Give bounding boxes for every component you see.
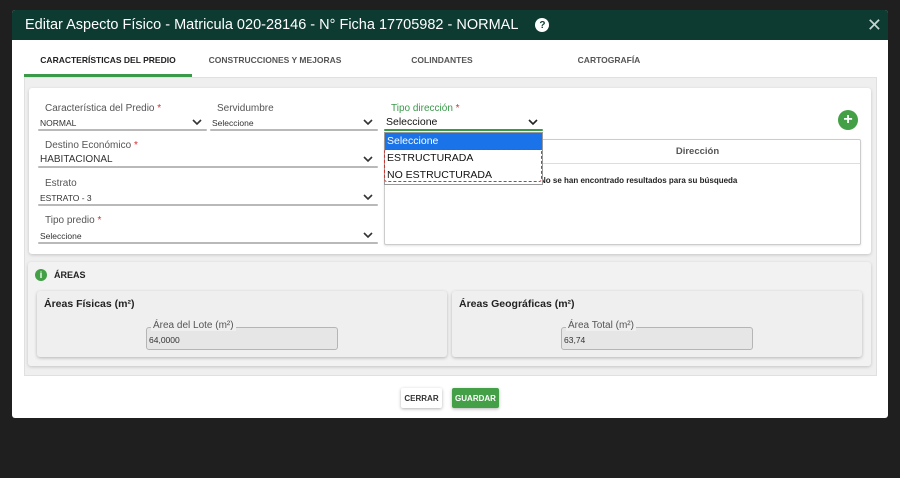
tab-construcciones[interactable]: CONSTRUCCIONES Y MEJORAS (192, 47, 358, 77)
modal-header: Editar Aspecto Físico - Matricula 020-28… (12, 10, 888, 40)
tab-bar: CARACTERÍSTICAS DEL PREDIO CONSTRUCCIONE… (24, 47, 877, 77)
destino-economico-select[interactable]: Destino Económico * HABITACIONAL (38, 140, 378, 168)
areas-card: i ÁREAS Áreas Físicas (m²) Área del Lote… (28, 262, 871, 366)
tipo-predio-select[interactable]: Tipo predio * Seleccione (38, 215, 378, 244)
tipo-predio-label: Tipo predio (45, 215, 95, 226)
servidumbre-select[interactable]: Servidumbre Seleccione (210, 103, 378, 131)
close-icon[interactable]: ✕ (867, 16, 882, 34)
empty-results-message: No se han encontrado resultados para su … (540, 176, 738, 185)
dropdown-option-no-estructurada[interactable]: NO ESTRUCTURADA (385, 167, 542, 184)
areas-title: ÁREAS (54, 270, 86, 280)
tab-caracteristicas[interactable]: CARACTERÍSTICAS DEL PREDIO (24, 47, 192, 77)
destino-label: Destino Económico (45, 140, 132, 151)
areas-fisicas-title: Áreas Físicas (m²) (44, 298, 135, 310)
help-icon[interactable]: ? (535, 18, 550, 32)
caracteristica-value: NORMAL (40, 118, 77, 128)
area-total-field: Área Total (m²) 63,74 (561, 320, 753, 350)
tab-colindantes[interactable]: COLINDANTES (358, 47, 526, 77)
dropdown-option-estructurada[interactable]: ESTRUCTURADA (385, 150, 542, 167)
guardar-button[interactable]: GUARDAR (452, 388, 499, 408)
area-lote-field: Área del Lote (m²) 64,0000 (146, 320, 338, 350)
chevron-down-icon (363, 119, 373, 126)
areas-geograficas-card: Áreas Geográficas (m²) Área Total (m²) 6… (452, 291, 862, 357)
areas-geograficas-title: Áreas Geográficas (m²) (459, 298, 575, 310)
tipo-direccion-dropdown: Seleccione ESTRUCTURADA NO ESTRUCTURADA (384, 132, 543, 185)
servidumbre-value: Seleccione (212, 118, 254, 128)
chevron-down-icon (192, 119, 202, 126)
areas-fisicas-card: Áreas Físicas (m²) Área del Lote (m²) 64… (37, 291, 447, 357)
destino-value: HABITACIONAL (40, 154, 113, 165)
tipo-direccion-select[interactable]: Tipo dirección * Seleccione (384, 103, 543, 131)
area-total-label: Área Total (m²) (566, 320, 636, 331)
caracteristica-select[interactable]: Característica del Predio * NORMAL (38, 103, 207, 131)
caracteristica-label: Característica del Predio (45, 103, 155, 114)
dropdown-option-seleccione[interactable]: Seleccione (385, 133, 542, 150)
tipo-direccion-value: Seleccione (386, 116, 438, 128)
estrato-value: ESTRATO - 3 (40, 193, 92, 203)
modal-title: Editar Aspecto Físico - Matricula 020-28… (25, 17, 519, 33)
chevron-down-icon (528, 119, 538, 126)
chevron-down-icon (363, 156, 373, 163)
chevron-down-icon (363, 194, 373, 201)
tipo-direccion-label: Tipo dirección (391, 103, 453, 114)
tipo-predio-value: Seleccione (40, 231, 82, 241)
add-direccion-button[interactable]: + (838, 110, 858, 130)
area-total-value: 63,74 (564, 335, 586, 345)
tab-cartografia[interactable]: CARTOGRAFÍA (526, 47, 692, 77)
estrato-select[interactable]: Estrato ESTRATO - 3 (38, 178, 378, 206)
area-lote-value: 64,0000 (149, 335, 180, 345)
cerrar-button[interactable]: CERRAR (401, 388, 442, 408)
chevron-down-icon (363, 232, 373, 239)
estrato-label: Estrato (43, 178, 79, 189)
area-lote-label: Área del Lote (m²) (151, 320, 236, 331)
info-icon: i (35, 269, 47, 281)
servidumbre-label: Servidumbre (215, 103, 276, 114)
